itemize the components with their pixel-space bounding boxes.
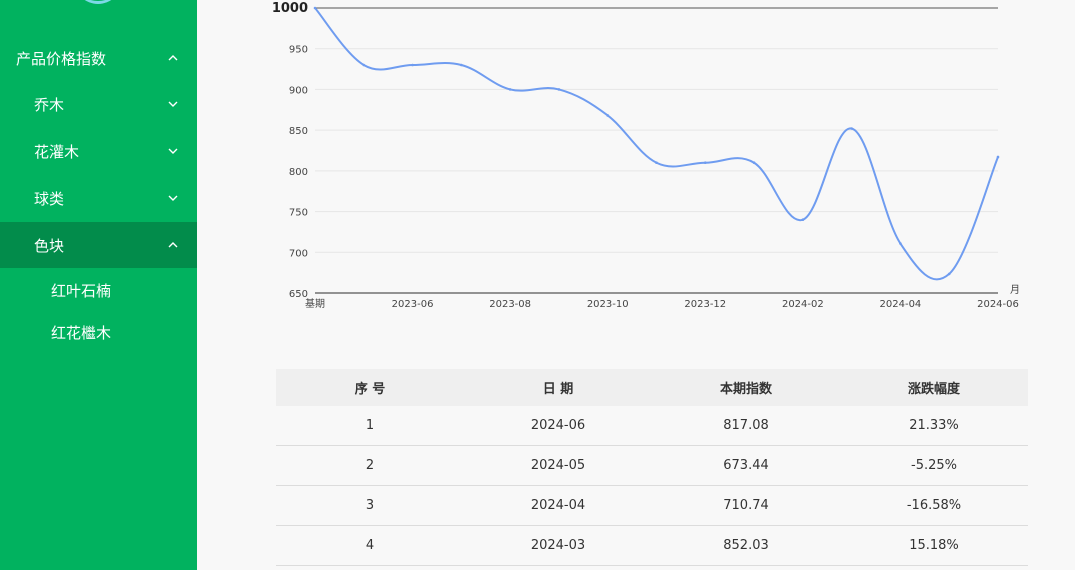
data-point: [362, 63, 366, 67]
table-header: 序 号 日 期 本期指数 涨跌幅度: [276, 369, 1028, 406]
data-point: [606, 114, 610, 117]
x-tick-label: 2024-06: [977, 299, 1019, 310]
x-tick-label: 2023-10: [587, 299, 629, 310]
data-point: [703, 161, 707, 165]
data-point: [752, 161, 756, 165]
data-point: [801, 218, 805, 222]
header-cell: 本期指数: [719, 382, 772, 397]
x-tick-label: 2024-04: [880, 299, 922, 310]
data-point: [947, 272, 951, 276]
chevron-down-icon: [167, 145, 179, 157]
sidebar: 产品价格指数 乔木 花灌木 球类 色块 红叶石楠 红花檵木: [0, 0, 197, 570]
y-tick-label: 800: [289, 167, 308, 178]
table-cell: 2024-06: [530, 418, 586, 433]
table-cell: 2024-04: [530, 498, 586, 513]
data-point: [508, 88, 512, 91]
table-row: 2 2024-05 673.44 -5.25%: [276, 446, 1028, 486]
sub-item-label: 红花檵木: [51, 323, 112, 342]
data-point: [996, 155, 1000, 159]
nav-item-label: 球类: [34, 189, 65, 208]
table-cell: 2024-03: [530, 538, 586, 553]
x-tick-label: 2024-02: [782, 299, 824, 310]
y-tick-label: 1000: [272, 1, 308, 16]
nav-item-label: 色块: [34, 236, 65, 255]
y-tick-label: 950: [289, 45, 308, 56]
table-cell: 2024-05: [530, 458, 586, 473]
nav-section-price-index[interactable]: 产品价格指数: [0, 35, 197, 81]
table-cell: 817.08: [723, 418, 769, 433]
table-cell: 4: [365, 538, 375, 553]
data-point: [557, 88, 561, 91]
nav-item-label: 乔木: [34, 95, 65, 114]
x-tick-label: 2023-06: [392, 299, 434, 310]
table-cell: 1: [365, 418, 375, 433]
sub-item-photinia[interactable]: 红叶石楠: [0, 269, 197, 311]
price-index-chart: 650 700 750 800 850 900 950 1000 基期 2023-06 2023-0…: [260, 0, 1060, 320]
y-tick-label: 700: [289, 248, 308, 259]
table-row: 1 2024-06 817.08 21.33%: [276, 406, 1028, 446]
table-cell: 3: [365, 498, 375, 513]
table-row: 4 2024-03 852.03 15.18%: [276, 526, 1028, 566]
nav-item-ball[interactable]: 球类: [0, 175, 197, 221]
chevron-up-icon: [167, 52, 179, 64]
y-tick-label: 850: [289, 126, 308, 137]
nav-item-shrub[interactable]: 花灌木: [0, 128, 197, 174]
data-point: [850, 127, 853, 130]
data-point: [411, 63, 414, 67]
chevron-up-icon: [167, 239, 179, 251]
header-cell: 涨跌幅度: [907, 382, 960, 397]
data-point: [655, 161, 658, 165]
table-cell: 15.18%: [909, 538, 959, 553]
chart-svg: 6507007508008509009501000基期 2023-06 2023-0…: [272, 1, 1020, 310]
sub-item-label: 红叶石楠: [51, 281, 112, 300]
data-point: [313, 6, 317, 10]
table-cell: 21.33%: [909, 418, 959, 433]
header-cell: 序 号: [354, 382, 386, 397]
table-cell: 852.03: [723, 538, 769, 553]
x-tick-label: 基期: [305, 297, 325, 310]
table-row: 3 2024-04 710.74 -16.58%: [276, 486, 1028, 526]
header-cell: 日 期: [542, 382, 574, 397]
y-tick-label: 900: [289, 85, 308, 96]
x-axis-unit: 月: [1010, 284, 1020, 296]
y-tick-label: 750: [289, 208, 308, 219]
chevron-down-icon: [167, 98, 179, 110]
data-point: [899, 242, 902, 245]
chevron-down-icon: [167, 192, 179, 204]
table-cell: 710.74: [723, 498, 769, 513]
x-tick-label: 2023-08: [489, 299, 531, 310]
logo: [74, 0, 122, 4]
data-point: [460, 63, 463, 67]
nav-item-color-block[interactable]: 色块: [0, 222, 197, 268]
index-table: 序 号 日 期 本期指数 涨跌幅度 1 2024-06 817.08 21.33…: [276, 369, 1028, 566]
nav-item-label: 花灌木: [34, 142, 80, 161]
nav-section-label: 产品价格指数: [16, 49, 107, 68]
table-cell: -5.25%: [911, 458, 957, 473]
table-cell: 2: [365, 458, 375, 473]
nav-item-arbor[interactable]: 乔木: [0, 81, 197, 127]
x-tick-label: 2023-12: [684, 299, 726, 310]
table-cell: -16.58%: [906, 498, 962, 513]
sub-item-loropetalum[interactable]: 红花檵木: [0, 311, 197, 353]
table-cell: 673.44: [723, 458, 769, 473]
